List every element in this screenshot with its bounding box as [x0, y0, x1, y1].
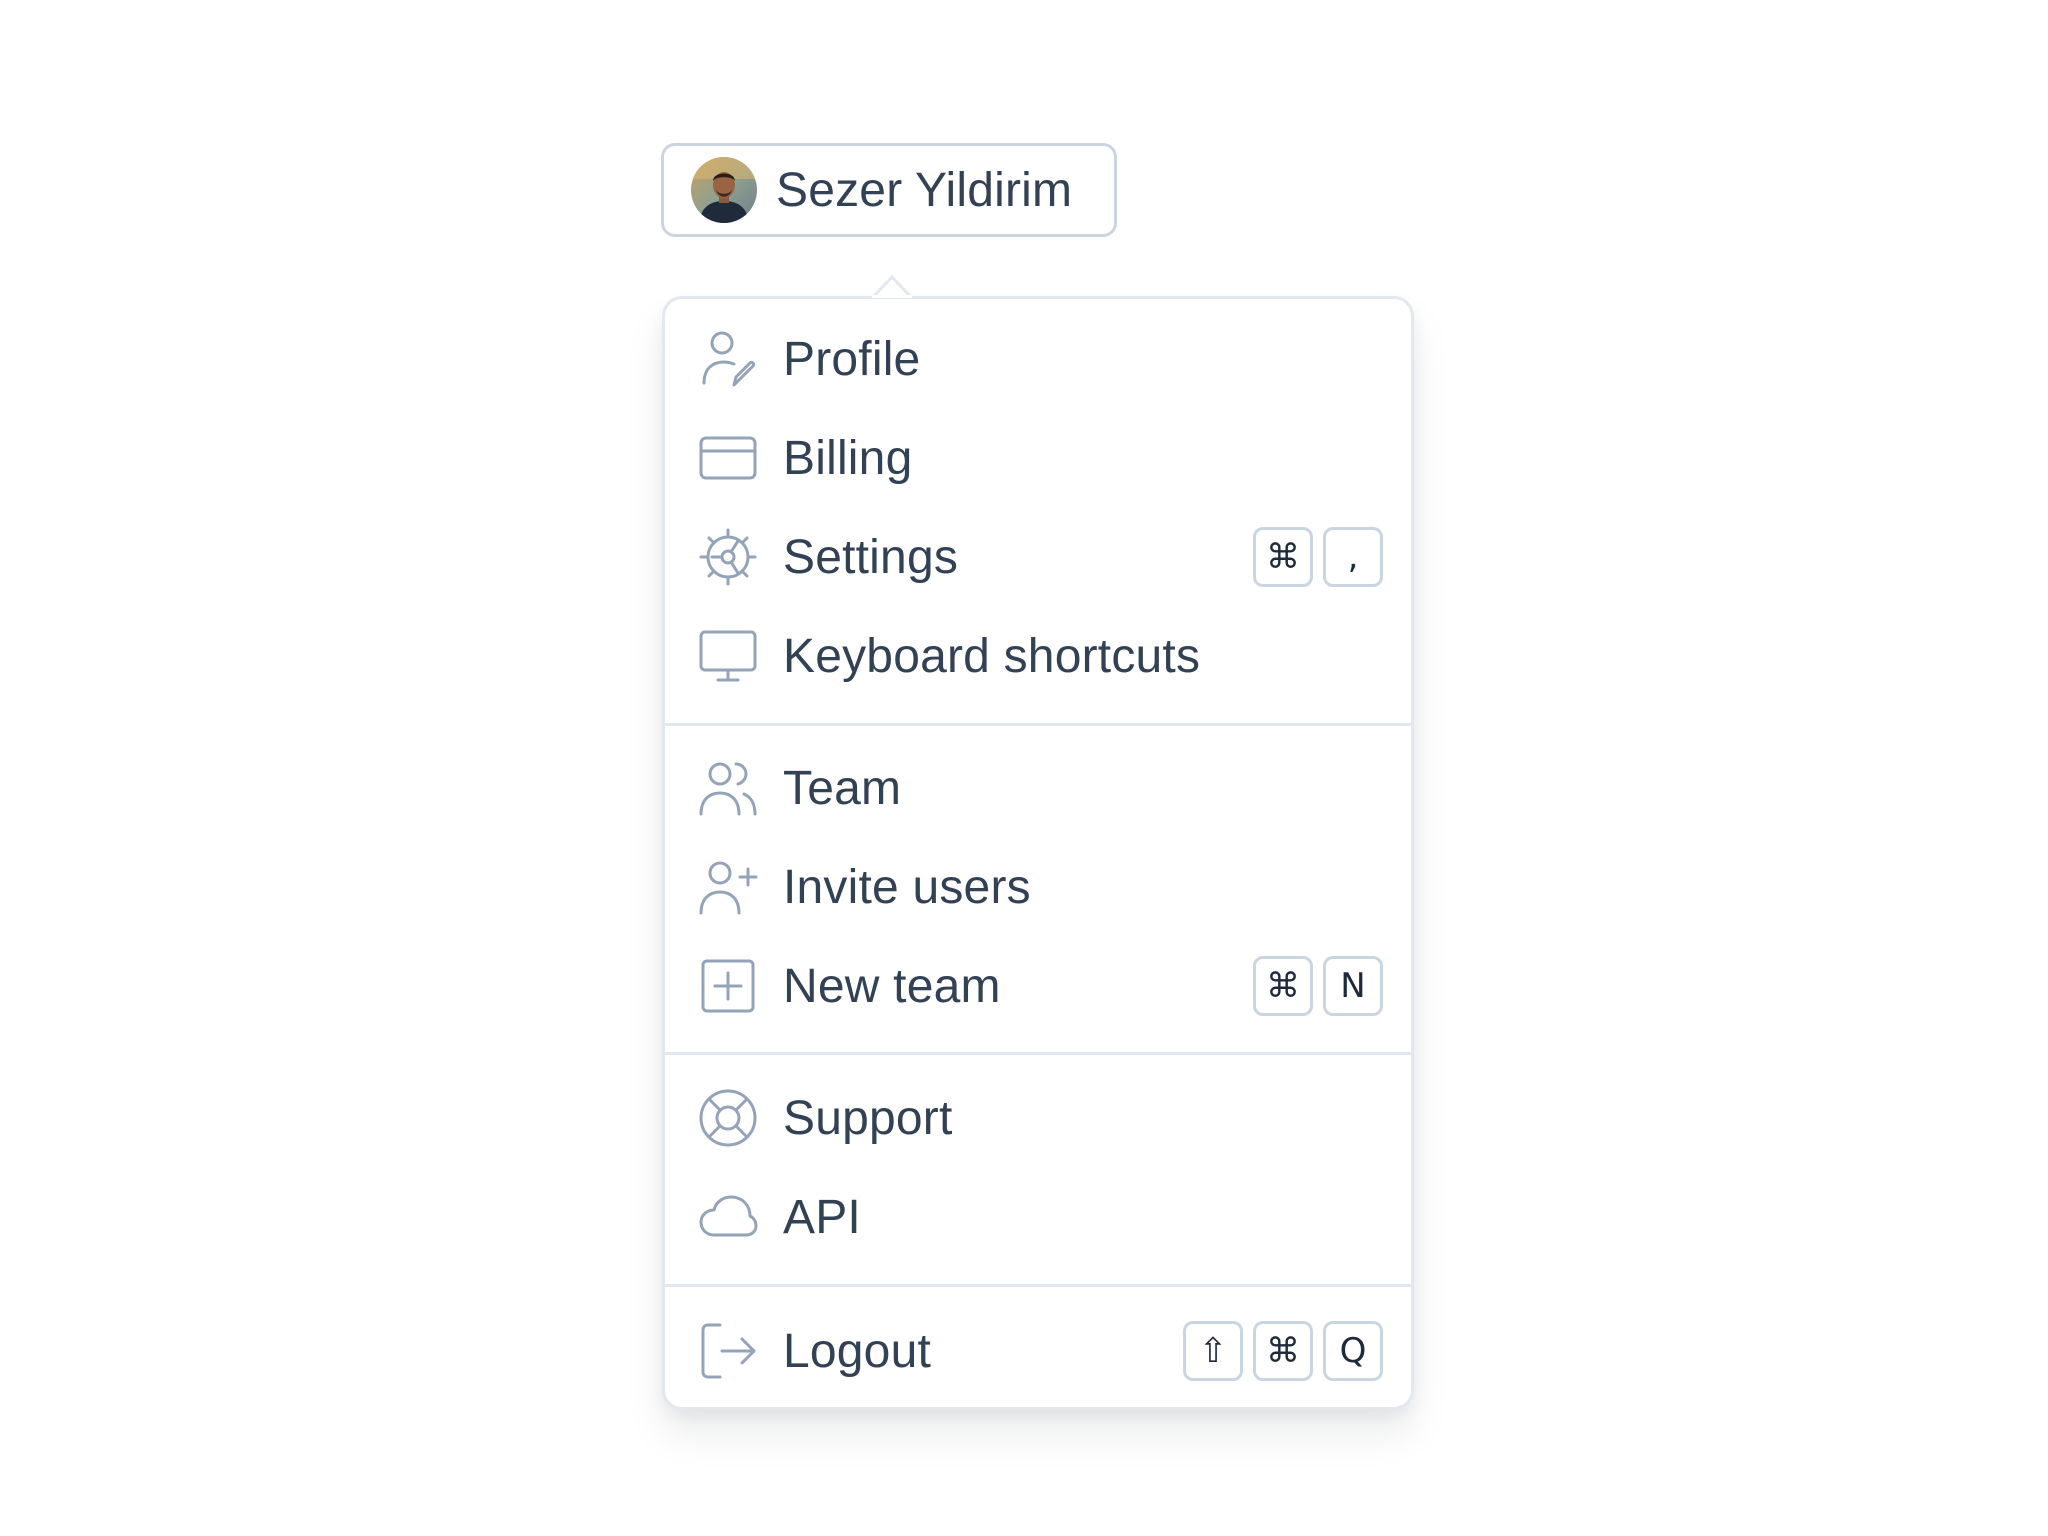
menu-item-label: Profile	[783, 332, 921, 386]
users-icon	[697, 757, 759, 819]
kbd-n: N	[1323, 956, 1383, 1016]
menu-item-billing[interactable]: Billing	[665, 410, 1411, 506]
credit-card-icon	[697, 427, 759, 489]
dropdown-caret	[872, 274, 912, 298]
new-team-shortcut: ⌘ N	[1253, 956, 1383, 1016]
menu-item-label: Keyboard shortcuts	[783, 629, 1201, 683]
menu-item-settings[interactable]: Settings ⌘ ,	[665, 509, 1411, 605]
user-menu-button[interactable]: Sezer Yildirim	[661, 143, 1117, 237]
kbd-command: ⌘	[1253, 527, 1313, 587]
settings-gear-icon	[697, 526, 759, 588]
kbd-comma: ,	[1323, 527, 1383, 587]
avatar	[691, 157, 757, 223]
monitor-icon	[697, 625, 759, 687]
menu-item-profile[interactable]: Profile	[665, 311, 1411, 407]
menu-item-label: Billing	[783, 431, 913, 485]
menu-divider	[665, 723, 1411, 726]
kbd-command: ⌘	[1253, 956, 1313, 1016]
user-dropdown-menu: Profile Billing Settings ⌘ , Keyboard sh…	[662, 296, 1414, 1410]
kbd-q: Q	[1323, 1321, 1383, 1381]
menu-item-label: Team	[783, 761, 902, 815]
menu-item-api[interactable]: API	[665, 1169, 1411, 1265]
user-edit-icon	[697, 328, 759, 390]
menu-item-team[interactable]: Team	[665, 740, 1411, 836]
cloud-icon	[697, 1186, 759, 1248]
plus-square-icon	[697, 955, 759, 1017]
menu-item-label: Invite users	[783, 860, 1031, 914]
menu-item-invite-users[interactable]: Invite users	[665, 839, 1411, 935]
logout-icon	[697, 1320, 759, 1382]
menu-item-logout[interactable]: Logout ⇧ ⌘ Q	[665, 1303, 1411, 1399]
menu-item-support[interactable]: Support	[665, 1070, 1411, 1166]
life-buoy-icon	[697, 1087, 759, 1149]
menu-item-label: Settings	[783, 530, 959, 584]
menu-item-label: Support	[783, 1091, 953, 1145]
settings-shortcut: ⌘ ,	[1253, 527, 1383, 587]
user-name: Sezer Yildirim	[776, 163, 1073, 217]
user-plus-icon	[697, 856, 759, 918]
kbd-shift: ⇧	[1183, 1321, 1243, 1381]
menu-divider	[665, 1284, 1411, 1287]
menu-item-new-team[interactable]: New team ⌘ N	[665, 938, 1411, 1034]
logout-shortcut: ⇧ ⌘ Q	[1183, 1321, 1383, 1381]
menu-item-keyboard-shortcuts[interactable]: Keyboard shortcuts	[665, 608, 1411, 704]
menu-item-label: New team	[783, 959, 1001, 1013]
menu-item-label: API	[783, 1190, 861, 1244]
avatar-image	[691, 157, 757, 223]
menu-item-label: Logout	[783, 1324, 932, 1378]
kbd-command: ⌘	[1253, 1321, 1313, 1381]
menu-divider	[665, 1052, 1411, 1055]
